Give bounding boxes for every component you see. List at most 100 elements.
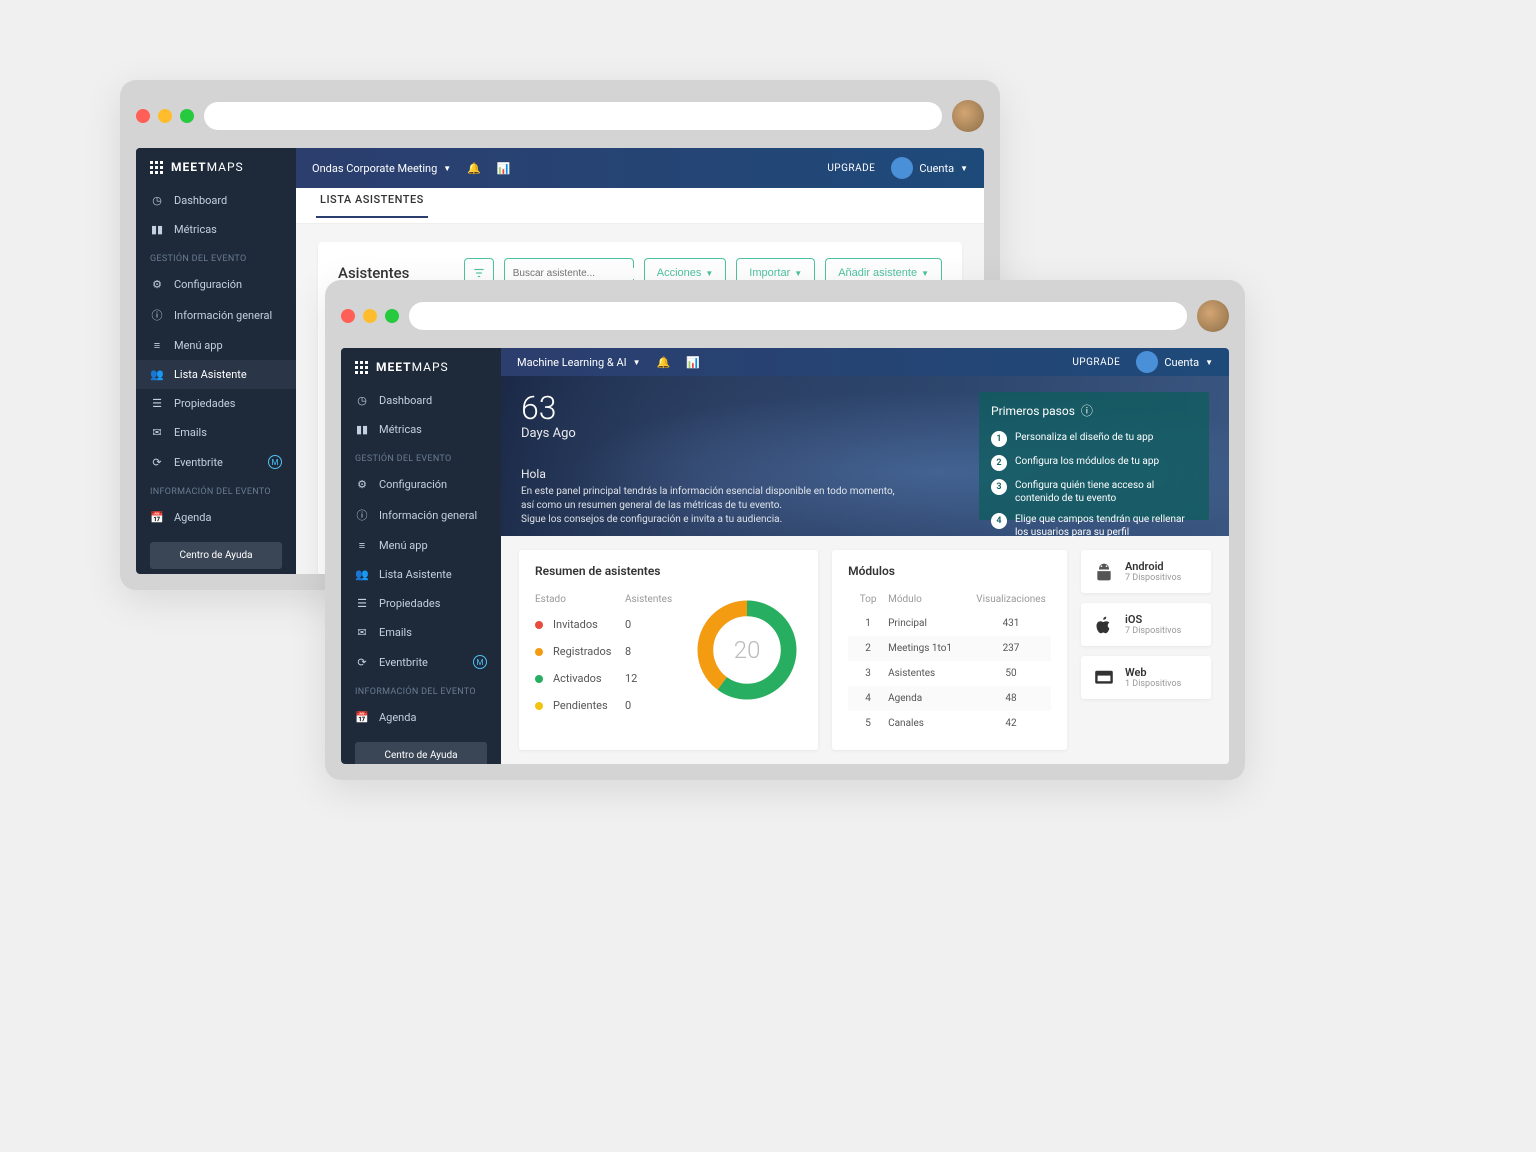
sidebar-item-informacion[interactable]: ⓘInformación general	[341, 499, 501, 531]
sidebar-item-configuracion[interactable]: ⚙Configuración	[341, 470, 501, 499]
sidebar-item-informacion[interactable]: ⓘInformación general	[136, 299, 296, 331]
modules-card: Módulos TopMóduloVisualizaciones 1Princi…	[832, 550, 1067, 750]
close-icon[interactable]	[341, 309, 355, 323]
info-icon: ⓘ	[355, 507, 369, 523]
sidebar-item-dashboard[interactable]: ◷Dashboard	[136, 186, 296, 215]
people-icon: 👥	[150, 368, 164, 381]
info-icon[interactable]: ⓘ	[1081, 402, 1093, 419]
sidebar: MEETMAPS ◷Dashboard ▮▮Métricas GESTIÓN D…	[136, 148, 296, 574]
device-card-ios[interactable]: iOS7 Dispositivos	[1081, 603, 1211, 646]
stat-row: Registrados8	[535, 638, 672, 665]
brand: MEETMAPS	[341, 348, 501, 386]
module-row: 5Canales42	[848, 711, 1051, 736]
sidebar-item-menu-app[interactable]: ≡Menú app	[341, 531, 501, 560]
chart-icon[interactable]: 📊	[686, 356, 700, 369]
dot-icon	[535, 702, 543, 710]
donut-chart: 20	[692, 595, 802, 705]
mail-icon: ✉	[150, 426, 164, 439]
account-menu[interactable]: Cuenta▼	[891, 157, 968, 179]
sidebar-item-lista-asistente[interactable]: 👥Lista Asistente	[341, 560, 501, 589]
grid-icon	[150, 161, 163, 174]
avatar[interactable]	[1197, 300, 1229, 332]
minimize-icon[interactable]	[363, 309, 377, 323]
steps-title: Primeros pasos ⓘ	[991, 402, 1197, 419]
list-icon: ☰	[150, 397, 164, 410]
speedometer-icon: ◷	[150, 194, 164, 207]
tabstrip: LISTA ASISTENTES	[296, 188, 984, 224]
chevron-down-icon: ▼	[633, 358, 641, 367]
sidebar-item-emails[interactable]: ✉Emails	[341, 618, 501, 647]
sidebar-item-propiedades[interactable]: ☰Propiedades	[136, 389, 296, 418]
menu-icon: ≡	[150, 339, 164, 352]
upgrade-button[interactable]: UPGRADE	[827, 163, 875, 174]
sidebar-item-emails[interactable]: ✉Emails	[136, 418, 296, 447]
sidebar-item-dashboard[interactable]: ◷Dashboard	[341, 386, 501, 415]
card-title: Módulos	[848, 564, 1051, 578]
device-card-android[interactable]: Android7 Dispositivos	[1081, 550, 1211, 593]
module-row: 4Agenda48	[848, 686, 1051, 711]
days-label: Days Ago	[521, 426, 979, 441]
traffic-lights	[136, 109, 194, 123]
avatar[interactable]	[952, 100, 984, 132]
avatar-icon	[891, 157, 913, 179]
summary-stats: Resumen de asistentes EstadoAsistentes I…	[535, 564, 672, 736]
sidebar-item-agenda[interactable]: 📅Agenda	[136, 503, 296, 532]
maximize-icon[interactable]	[180, 109, 194, 123]
topbar: Ondas Corporate Meeting▼ 🔔 📊 UPGRADE Cue…	[296, 148, 984, 188]
sidebar-item-metricas[interactable]: ▮▮Métricas	[136, 215, 296, 244]
sidebar-item-agenda[interactable]: 📅Agenda	[341, 703, 501, 732]
brand-text: MEETMAPS	[171, 160, 244, 174]
sidebar-item-propiedades[interactable]: ☰Propiedades	[341, 589, 501, 618]
step-item[interactable]: 1Personaliza el diseño de tu app	[991, 427, 1197, 451]
dot-icon	[535, 648, 543, 656]
sync-icon: ⟳	[355, 656, 369, 669]
upgrade-button[interactable]: UPGRADE	[1072, 357, 1120, 368]
maximize-icon[interactable]	[385, 309, 399, 323]
traffic-lights	[341, 309, 399, 323]
bell-icon[interactable]: 🔔	[467, 162, 481, 175]
donut-total: 20	[692, 595, 802, 705]
help-center-button[interactable]: Centro de Ayuda	[355, 742, 487, 764]
people-icon: 👥	[355, 568, 369, 581]
main: Machine Learning & AI▼ 🔔 📊 UPGRADE Cuent…	[501, 348, 1229, 764]
bell-icon[interactable]: 🔔	[657, 356, 671, 369]
app-shell: MEETMAPS ◷Dashboard ▮▮Métricas GESTIÓN D…	[341, 348, 1229, 764]
sidebar: MEETMAPS ◷Dashboard ▮▮Métricas GESTIÓN D…	[341, 348, 501, 764]
calendar-icon: 📅	[150, 511, 164, 524]
stats-header: EstadoAsistentes	[535, 588, 672, 611]
apple-icon	[1093, 614, 1115, 636]
modules-header: TopMóduloVisualizaciones	[848, 588, 1051, 611]
sidebar-item-menu-app[interactable]: ≡Menú app	[136, 331, 296, 360]
account-menu[interactable]: Cuenta▼	[1136, 351, 1213, 373]
m-badge-icon: M	[473, 655, 487, 669]
device-card-web[interactable]: Web1 Dispositivos	[1081, 656, 1211, 699]
sidebar-item-lista-asistente[interactable]: 👥Lista Asistente	[136, 360, 296, 389]
tab-lista-asistentes[interactable]: LISTA ASISTENTES	[316, 193, 428, 218]
minimize-icon[interactable]	[158, 109, 172, 123]
dashboard-row: Resumen de asistentes EstadoAsistentes I…	[501, 536, 1229, 764]
url-bar[interactable]	[204, 102, 942, 130]
chart-icon[interactable]: 📊	[497, 162, 511, 175]
sidebar-item-eventbrite[interactable]: ⟳EventbriteM	[136, 447, 296, 477]
sidebar-item-configuracion[interactable]: ⚙Configuración	[136, 270, 296, 299]
event-selector[interactable]: Ondas Corporate Meeting▼	[312, 162, 451, 175]
module-row: 2Meetings 1to1237	[848, 636, 1051, 661]
url-bar[interactable]	[409, 302, 1187, 330]
close-icon[interactable]	[136, 109, 150, 123]
hero-description: En este panel principal tendrás la infor…	[521, 485, 901, 527]
sidebar-item-metricas[interactable]: ▮▮Métricas	[341, 415, 501, 444]
step-item[interactable]: 3Configura quién tiene acceso al conteni…	[991, 475, 1197, 509]
step-item[interactable]: 4Elige que campos tendrán que rellenar l…	[991, 509, 1197, 543]
calendar-icon: 📅	[355, 711, 369, 724]
help-center-button[interactable]: Centro de Ayuda	[150, 542, 282, 569]
stat-row: Pendientes0	[535, 692, 672, 719]
speedometer-icon: ◷	[355, 394, 369, 407]
android-icon	[1093, 561, 1115, 583]
info-icon: ⓘ	[150, 307, 164, 323]
brand-text: MEETMAPS	[376, 360, 449, 374]
sidebar-item-eventbrite[interactable]: ⟳EventbriteM	[341, 647, 501, 677]
event-selector[interactable]: Machine Learning & AI▼	[517, 356, 641, 369]
mail-icon: ✉	[355, 626, 369, 639]
step-item[interactable]: 2Configura los módulos de tu app	[991, 451, 1197, 475]
web-icon	[1093, 667, 1115, 689]
